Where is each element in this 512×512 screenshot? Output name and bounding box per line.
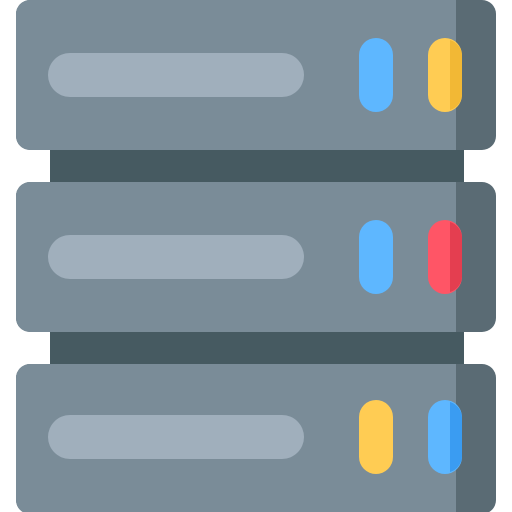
server-rack-icon <box>0 0 512 512</box>
unit-slot <box>48 235 304 279</box>
led-blue-shadow <box>450 402 462 472</box>
server-rack-svg <box>16 0 496 512</box>
rack-connector-upper <box>50 146 464 186</box>
led-blue <box>359 38 393 112</box>
server-unit-top <box>16 0 496 150</box>
led-red-shadow <box>450 222 462 292</box>
led-blue <box>359 220 393 294</box>
led-yellow <box>359 400 393 474</box>
server-unit-bottom <box>16 364 496 512</box>
unit-slot <box>48 415 304 459</box>
server-unit-middle <box>16 182 496 332</box>
rack-connector-lower <box>50 328 464 368</box>
unit-slot <box>48 53 304 97</box>
led-yellow-shadow <box>450 40 462 110</box>
